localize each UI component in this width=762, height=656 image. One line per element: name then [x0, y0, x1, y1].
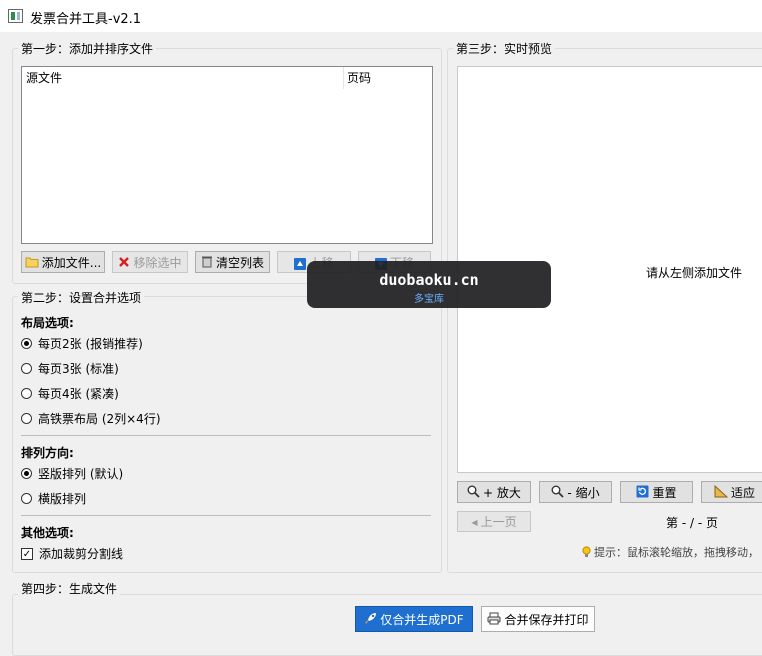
column-separator: [343, 67, 344, 89]
app-icon: [8, 9, 23, 23]
layout-train-label: 高铁票布局 (2列×4行): [38, 412, 161, 426]
lightbulb-icon: [582, 545, 591, 561]
radio[interactable]: [21, 388, 32, 399]
direction-radio-horizontal[interactable]: 横版排列: [21, 490, 86, 508]
add-file-button[interactable]: 添加文件...: [21, 251, 105, 273]
arrow-left-icon: ◀: [471, 517, 478, 527]
layout-options-label: 布局选项:: [21, 316, 74, 330]
divider: [21, 435, 431, 436]
folder-icon: [25, 253, 39, 273]
merge-pdf-label: 仅合并生成PDF: [380, 613, 464, 627]
watermark-name: 多宝库: [414, 294, 444, 305]
hint-text: 提示：鼠标滚轮缩放，拖拽移动，: [594, 546, 759, 559]
reset-button[interactable]: 重置: [620, 481, 693, 503]
watermark-overlay: duobaoku.cn 多宝库: [307, 261, 551, 308]
window-title: 发票合并工具-v2.1: [30, 12, 142, 27]
column-header-page[interactable]: 页码: [347, 67, 371, 89]
red-x-icon: [118, 253, 130, 273]
add-file-label: 添加文件...: [41, 256, 102, 270]
prev-page-label: 上一页: [480, 515, 517, 529]
merge-print-label: 合并保存并打印: [504, 613, 589, 627]
clear-list-button[interactable]: 清空列表: [195, 251, 270, 273]
radio[interactable]: [21, 413, 32, 424]
arrow-up-icon: [294, 257, 307, 270]
title-bar: 发票合并工具-v2.1: [0, 0, 762, 32]
checkbox[interactable]: ✓: [21, 547, 33, 560]
step3-title: 第三步：实时预览: [453, 40, 556, 57]
step1-title: 第一步：添加并排序文件: [18, 40, 157, 57]
cut-line-label: 添加裁剪分割线: [39, 547, 124, 561]
remove-selected-label: 移除选中: [133, 256, 182, 270]
fit-button[interactable]: 适应: [701, 481, 762, 503]
horizontal-label: 横版排列: [38, 492, 87, 506]
zoom-out-button[interactable]: - 缩小: [539, 481, 612, 503]
layout-radio-train[interactable]: 高铁票布局 (2列×4行): [21, 410, 161, 428]
vertical-label: 竖版排列 (默认): [38, 467, 124, 481]
fit-label: 适应: [731, 486, 756, 500]
zoom-in-button[interactable]: + 放大: [457, 481, 531, 503]
prev-page-button[interactable]: ◀ 上一页: [457, 511, 531, 532]
radio-selected[interactable]: [21, 338, 32, 349]
zoom-out-label: 缩小: [575, 486, 600, 500]
ruler-triangle-icon: [714, 483, 729, 503]
layout-radio-3[interactable]: 每页3张 (标准): [21, 360, 119, 378]
radio[interactable]: [21, 493, 32, 504]
hint-row: 提示：鼠标滚轮缩放，拖拽移动，: [582, 544, 762, 561]
watermark-domain: duobaoku.cn: [379, 271, 479, 289]
remove-selected-button[interactable]: 移除选中: [112, 251, 188, 273]
layout-2-label: 每页2张 (报销推荐): [38, 337, 143, 351]
column-header-source[interactable]: 源文件: [26, 67, 62, 89]
step4-title: 第四步：生成文件: [18, 580, 121, 597]
refresh-icon: [636, 483, 649, 503]
step2-title: 第二步：设置合并选项: [18, 289, 145, 306]
magnifier-plus-icon: [467, 483, 480, 503]
layout-3-label: 每页3张 (标准): [38, 362, 119, 376]
radio[interactable]: [21, 363, 32, 374]
divider: [21, 515, 431, 516]
rocket-icon: [364, 608, 377, 632]
page-indicator: 第 - / - 页: [666, 516, 718, 530]
clear-list-label: 清空列表: [215, 256, 264, 270]
merge-print-button[interactable]: 合并保存并打印: [481, 606, 595, 632]
reset-label: 重置: [652, 486, 677, 500]
radio-selected[interactable]: [21, 468, 32, 479]
trash-icon: [201, 253, 213, 273]
cut-line-checkbox[interactable]: ✓ 添加裁剪分割线: [21, 545, 123, 563]
direction-label: 排列方向:: [21, 446, 74, 460]
magnifier-minus-icon: [551, 483, 565, 503]
layout-radio-2[interactable]: 每页2张 (报销推荐): [21, 335, 143, 353]
layout-radio-4[interactable]: 每页4张 (紧凑): [21, 385, 119, 403]
merge-pdf-button[interactable]: 仅合并生成PDF: [355, 606, 473, 632]
direction-radio-vertical[interactable]: 竖版排列 (默认): [21, 465, 123, 483]
other-options-label: 其他选项:: [21, 526, 74, 540]
file-list-table[interactable]: 源文件 页码: [21, 66, 433, 244]
layout-4-label: 每页4张 (紧凑): [38, 387, 119, 401]
printer-icon: [487, 608, 501, 632]
zoom-in-label: 放大: [496, 486, 521, 500]
